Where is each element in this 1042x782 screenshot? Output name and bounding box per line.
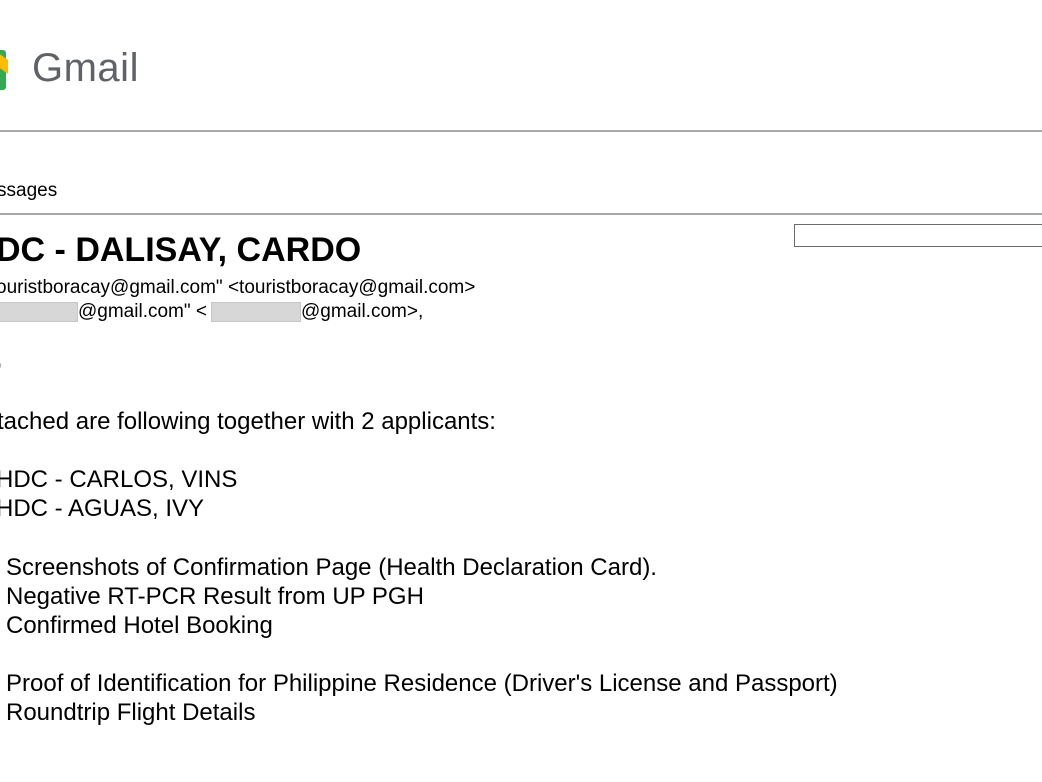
document-item: Roundtrip Flight Details <box>6 699 256 726</box>
document-item: Confirmed Hotel Booking <box>6 612 273 639</box>
applicant-item: HDC - AGUAS, IVY <box>0 495 205 522</box>
gmail-logo-text: Gmail <box>32 46 139 90</box>
applicant-item: HDC - CARLOS, VINS <box>0 466 238 493</box>
document-item: Negative RT-PCR Result from UP PGH <box>6 583 424 610</box>
to-text-part-2: @gmail.com>, <box>300 301 424 322</box>
from-line: ouristboracay@gmail.com" <touristboracay… <box>0 277 476 298</box>
stray-mark: ' <box>0 362 2 382</box>
email-intro: tached are following together with 2 app… <box>0 408 496 435</box>
to-text-part-1: @gmail.com" < <box>78 301 207 322</box>
messages-count-label: ssages <box>0 180 58 201</box>
document-item: Proof of Identification for Philippine R… <box>6 670 838 697</box>
gmail-print-view: Gmail ssages DC - DALISAY, CARDO ouristb… <box>0 0 1042 782</box>
header-divider <box>0 130 1042 132</box>
redacted-email-2 <box>210 302 301 322</box>
gmail-logo-icon <box>0 50 8 90</box>
email-subject: DC - DALISAY, CARDO <box>0 231 362 269</box>
to-line: @gmail.com" < @gmail.com>, <box>0 301 423 323</box>
search-input-box[interactable] <box>794 224 1042 247</box>
document-item: Screenshots of Confirmation Page (Health… <box>6 554 657 581</box>
subject-divider <box>0 213 1042 215</box>
redacted-email-1 <box>0 302 78 322</box>
